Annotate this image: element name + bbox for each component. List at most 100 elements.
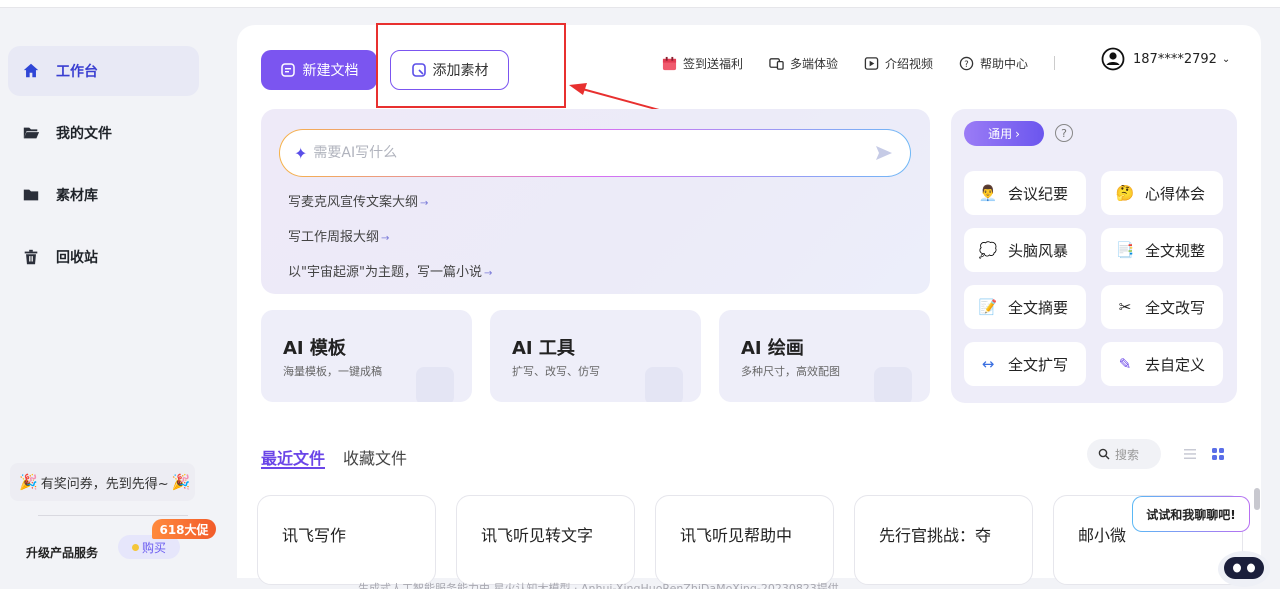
suggestion-text: 写麦克风宣传文案大纲	[288, 195, 419, 210]
chat-assistant-bubble[interactable]: 试试和我聊聊吧!	[1132, 496, 1250, 532]
quick-meeting-minutes[interactable]: 👨‍💼 会议纪要	[964, 171, 1086, 215]
file-name: 讯飞听见转文字	[481, 526, 594, 545]
document-icon	[280, 63, 295, 77]
header-link-checkin[interactable]: 签到送福利	[662, 55, 743, 72]
feature-card-ai-drawing[interactable]: AI 绘画 多种尺寸，高效配图	[719, 310, 930, 402]
header-link-help[interactable]: ? 帮助中心	[959, 55, 1028, 72]
tab-recent-files[interactable]: 最近文件	[261, 445, 325, 469]
header-link-devices[interactable]: 多端体验	[769, 55, 838, 72]
sidebar-item-my-files[interactable]: 我的文件	[8, 108, 199, 158]
quick-expand[interactable]: ↔ 全文扩写	[964, 342, 1086, 386]
feature-title: AI 模板	[283, 338, 346, 359]
header-link-video[interactable]: 介绍视频	[864, 55, 933, 72]
party-popper-icon: 🎉	[171, 473, 191, 491]
search-icon	[1098, 448, 1110, 460]
ai-prompt-input[interactable]	[313, 145, 874, 161]
grid-view-icon[interactable]	[1211, 447, 1225, 461]
quick-brainstorm[interactable]: 💭 头脑风暴	[964, 228, 1086, 272]
feature-desc: 海量模板，一键成稿	[283, 365, 382, 378]
suggestion-text: 写工作周报大纲	[288, 230, 380, 245]
trash-icon	[24, 249, 38, 265]
header-link-label: 帮助中心	[980, 56, 1029, 71]
file-name: 讯飞听见帮助中	[680, 526, 793, 545]
sidebar-item-label: 回收站	[56, 250, 98, 266]
new-document-button[interactable]: 新建文档	[261, 50, 377, 90]
folder-open-icon	[23, 127, 40, 139]
arrow-right-icon: →	[420, 198, 429, 209]
quick-rewrite[interactable]: ✂ 全文改写	[1101, 285, 1223, 329]
feature-title: AI 工具	[512, 338, 575, 359]
category-label: 通用	[988, 127, 1013, 141]
main-panel: 新建文档 添加素材 签到送福利 多端体验 介绍视频 ? 帮助中心 187****…	[237, 23, 1261, 585]
party-popper-icon: 🎉	[19, 473, 38, 491]
meeting-icon: 👨‍💼	[978, 184, 998, 202]
search-placeholder: 搜索	[1115, 447, 1140, 462]
suggestion-item[interactable]: 以"宇宙起源"为主题，写一篇小说 →	[288, 261, 492, 280]
feature-title: AI 绘画	[741, 338, 804, 359]
format-doc-icon: 📑	[1115, 241, 1135, 259]
quick-label: 全文规整	[1145, 241, 1206, 260]
help-icon[interactable]: ?	[1055, 124, 1073, 142]
file-search[interactable]: 搜索	[1087, 439, 1161, 469]
sidebar-item-label: 工作台	[56, 64, 98, 80]
list-view-icon[interactable]	[1183, 447, 1197, 461]
file-card[interactable]: 讯飞写作	[257, 495, 436, 585]
buy-label: 购买	[141, 540, 166, 555]
sidebar-item-trash[interactable]: 回收站	[8, 232, 199, 282]
user-phone: 187****2792	[1133, 51, 1217, 67]
arrow-right-icon: →	[381, 233, 390, 244]
sidebar-item-label: 素材库	[56, 188, 98, 204]
promo-text: 有奖问券，先到先得~	[40, 476, 169, 492]
quick-label: 心得体会	[1145, 184, 1206, 203]
quick-reflections[interactable]: 🤔 心得体会	[1101, 171, 1223, 215]
divider	[38, 515, 188, 516]
video-play-icon	[864, 56, 879, 70]
suggestion-item[interactable]: 写麦克风宣传文案大纲 →	[288, 191, 428, 210]
scrollbar-thumb[interactable]	[1254, 488, 1260, 510]
quick-label: 全文改写	[1145, 298, 1206, 317]
quick-summary[interactable]: 📝 全文摘要	[964, 285, 1086, 329]
calendar-gift-icon	[662, 56, 677, 70]
thinking-face-icon: 🤔	[1115, 184, 1135, 202]
feature-desc: 多种尺寸，高效配图	[741, 365, 840, 378]
home-icon	[23, 63, 39, 78]
sidebar-item-workbench[interactable]: 工作台	[8, 46, 199, 96]
feature-card-ai-tools[interactable]: AI 工具 扩写、改写、仿写	[490, 310, 701, 402]
active-tab-indicator	[261, 467, 325, 469]
file-card[interactable]: 讯飞听见帮助中	[655, 495, 834, 585]
file-card[interactable]: 先行官挑战：夺	[854, 495, 1033, 585]
file-name: 先行官挑战：夺	[879, 526, 992, 545]
expand-icon: ↔	[981, 355, 995, 373]
survey-promo[interactable]: 🎉 有奖问券，先到先得~ 🎉	[10, 463, 195, 501]
promo-badge: 618大促	[152, 519, 216, 539]
quick-custom[interactable]: ✎ 去自定义	[1101, 342, 1223, 386]
file-name: 邮小微	[1078, 526, 1127, 545]
ai-prompt-card: ✦ 写麦克风宣传文案大纲→ 写工作周报大纲→ 以"宇宙起源"为主题，写一篇小说→	[261, 109, 930, 294]
category-dropdown[interactable]: 通用 ›	[964, 121, 1044, 146]
rewrite-icon: ✂	[1118, 298, 1132, 316]
sidebar-item-label: 我的文件	[56, 126, 112, 142]
robot-assistant-icon[interactable]	[1216, 545, 1272, 587]
chevron-right-icon: ›	[1015, 126, 1020, 141]
send-icon[interactable]	[874, 143, 894, 163]
edit-pen-icon: ✎	[1118, 355, 1132, 373]
sidebar-item-material[interactable]: 素材库	[8, 170, 199, 220]
quick-format-doc[interactable]: 📑 全文规整	[1101, 228, 1223, 272]
feature-card-ai-template[interactable]: AI 模板 海量模板，一键成稿	[261, 310, 472, 402]
tab-favorite-files[interactable]: 收藏文件	[343, 445, 407, 469]
file-card[interactable]: 讯飞听见转文字	[456, 495, 635, 585]
upgrade-label: 升级产品服务	[26, 546, 99, 560]
user-menu[interactable]: 187****2792 ⌄	[1101, 47, 1230, 71]
svg-text:?: ?	[964, 58, 968, 68]
file-name: 讯飞写作	[282, 526, 347, 545]
suggestion-item[interactable]: 写工作周报大纲 →	[288, 226, 389, 245]
arrow-right-icon: →	[483, 268, 493, 279]
drawing-decor-icon	[874, 367, 912, 402]
avatar-icon	[1101, 47, 1125, 71]
feature-desc: 扩写、改写、仿写	[512, 365, 600, 378]
quick-label: 全文扩写	[1008, 355, 1069, 374]
suggestion-text: 以"宇宙起源"为主题，写一篇小说	[288, 265, 482, 280]
help-icon: ?	[959, 56, 974, 70]
quick-label: 去自定义	[1145, 355, 1206, 374]
divider	[1054, 56, 1056, 70]
